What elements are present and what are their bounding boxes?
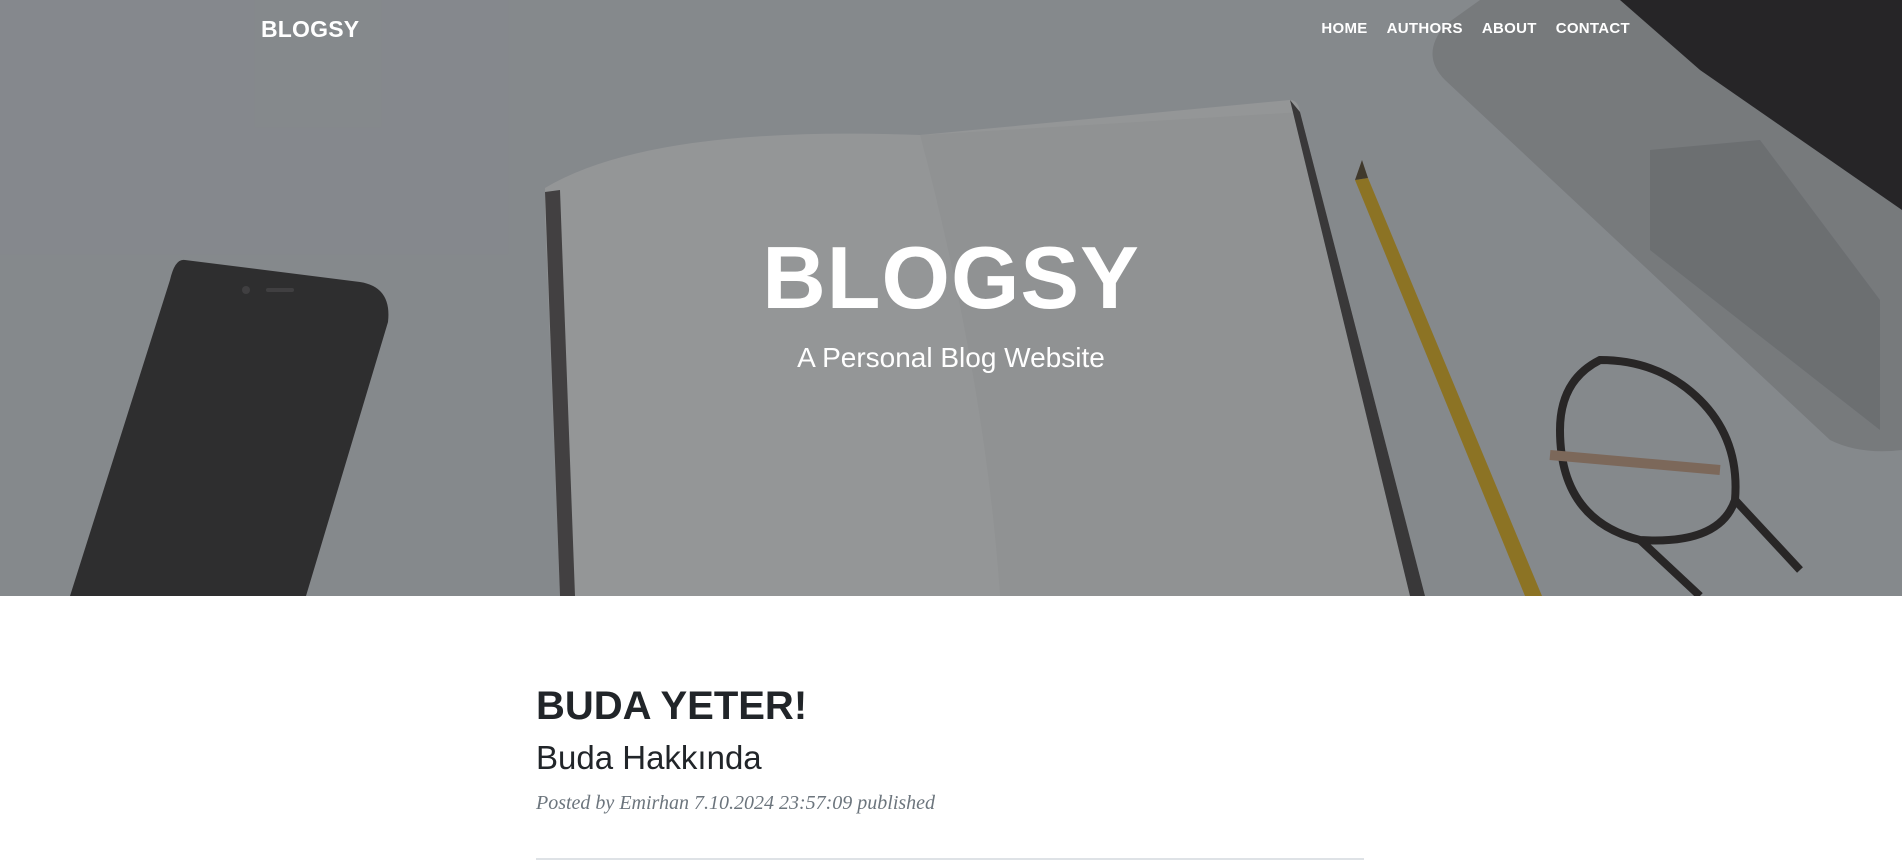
nav-link-authors[interactable]: AUTHORS — [1387, 20, 1463, 37]
hero-heading: BLOGSY — [762, 228, 1140, 327]
nav-link-home[interactable]: HOME — [1321, 20, 1367, 37]
nav-link-about[interactable]: ABOUT — [1482, 20, 1537, 37]
post-divider — [536, 858, 1364, 860]
post-author-link[interactable]: Emirhan — [619, 792, 689, 814]
post-title[interactable]: BUDA YETER! — [536, 680, 1364, 732]
post-meta-prefix: Posted by — [536, 792, 615, 814]
post-meta: Posted by Emirhan 7.10.2024 23:57:09 pub… — [536, 790, 1364, 816]
main-navbar: BLOGSY HOME AUTHORS ABOUT CONTACT — [0, 0, 1902, 58]
post-meta-date: 7.10.2024 23:57:09 published — [693, 792, 936, 814]
navbar-brand[interactable]: BLOGSY — [261, 16, 359, 43]
hero-subheading: A Personal Blog Website — [797, 342, 1105, 373]
post-preview: BUDA YETER! Buda Hakkında Posted by Emir… — [536, 680, 1364, 816]
hero-header: BLOGSY HOME AUTHORS ABOUT CONTACT BLOGSY… — [0, 0, 1902, 596]
post-subtitle[interactable]: Buda Hakkında — [536, 738, 1364, 778]
nav-links: HOME AUTHORS ABOUT CONTACT — [1321, 20, 1630, 37]
nav-link-contact[interactable]: CONTACT — [1556, 20, 1630, 37]
